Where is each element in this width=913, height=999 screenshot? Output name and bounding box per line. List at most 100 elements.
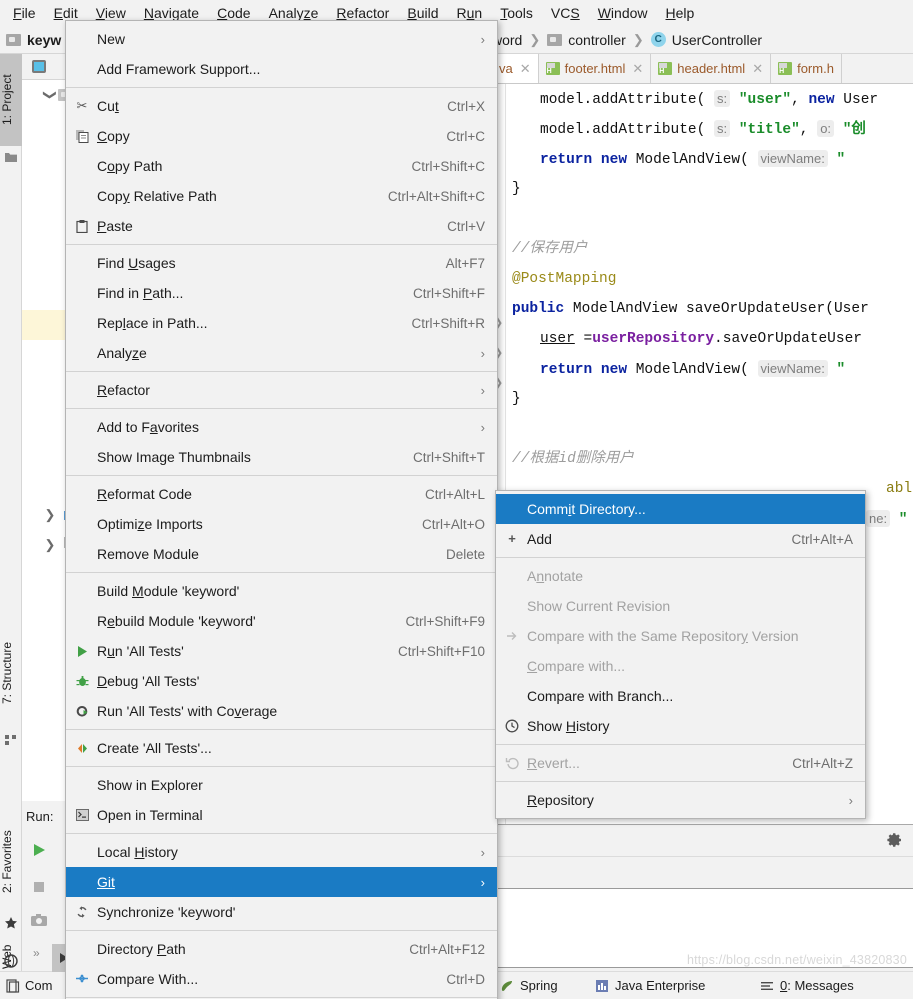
menu-item-paste[interactable]: Paste Ctrl+V bbox=[66, 211, 497, 241]
menu-item-file[interactable]: File bbox=[4, 2, 45, 24]
menu-item-vcs[interactable]: VCS bbox=[542, 2, 589, 24]
menu-item-copy-path[interactable]: Copy Path Ctrl+Shift+C bbox=[66, 151, 497, 181]
run-button[interactable] bbox=[30, 841, 48, 859]
breadcrumb-class[interactable]: UserController bbox=[672, 32, 762, 48]
chevron-right-icon[interactable]: ❯ bbox=[42, 537, 58, 553]
menu-item-build-module[interactable]: Build Module 'keyword' bbox=[66, 576, 497, 606]
javaee-icon bbox=[596, 979, 608, 992]
menu-item-directory-path[interactable]: Directory Path Ctrl+Alt+F12 bbox=[66, 934, 497, 964]
breadcrumb-project-label: keyw bbox=[27, 31, 62, 48]
menu-item-help[interactable]: Help bbox=[657, 2, 704, 24]
menu-item-create-all-tests[interactable]: Create 'All Tests'... bbox=[66, 733, 497, 763]
menu-separator bbox=[496, 744, 865, 745]
compare-icon bbox=[504, 628, 520, 644]
menu-item-git-add[interactable]: + Add Ctrl+Alt+A bbox=[496, 524, 865, 554]
sync-icon bbox=[74, 904, 90, 920]
editor-tab-form-html[interactable]: form.h bbox=[771, 54, 842, 83]
menu-item-run-all-tests[interactable]: Run 'All Tests' Ctrl+Shift+F10 bbox=[66, 636, 497, 666]
menu-item-show-in-explorer[interactable]: Show in Explorer bbox=[66, 770, 497, 800]
class-icon: C bbox=[650, 32, 666, 47]
menu-item-rebuild-module[interactable]: Rebuild Module 'keyword' Ctrl+Shift+F9 bbox=[66, 606, 497, 636]
watermark: https://blog.csdn.net/weixin_43820830 bbox=[686, 953, 907, 967]
menu-item-git[interactable]: Git › bbox=[66, 867, 497, 897]
menu-item-compare-with[interactable]: Compare With... Ctrl+D bbox=[66, 964, 497, 994]
code-line: @PostMapping bbox=[512, 271, 617, 287]
menu-accelerator: Ctrl+X bbox=[447, 98, 485, 114]
menu-item-replace-in-path[interactable]: Replace in Path... Ctrl+Shift+R bbox=[66, 308, 497, 338]
menu-item-add-framework-support[interactable]: Add Framework Support... bbox=[66, 54, 497, 84]
close-icon[interactable]: ✕ bbox=[632, 61, 643, 77]
menu-item-compare-with-branch[interactable]: Compare with Branch... bbox=[496, 681, 865, 711]
menu-item-window[interactable]: Window bbox=[589, 2, 657, 24]
project-view-icon bbox=[32, 60, 46, 73]
menu-item-find-in-path[interactable]: Find in Path... Ctrl+Shift+F bbox=[66, 278, 497, 308]
editor-tab-strip: va✕ footer.html✕ header.html✕ form.h bbox=[492, 54, 913, 84]
editor-tab-header-html[interactable]: header.html✕ bbox=[651, 54, 772, 83]
code-line: //保存用户 bbox=[512, 241, 588, 257]
status-item-spring[interactable]: Spring bbox=[500, 978, 558, 993]
stop-button[interactable] bbox=[30, 878, 48, 896]
terminal-icon bbox=[74, 807, 90, 823]
menu-item-add-to-favorites[interactable]: Add to Favorites › bbox=[66, 412, 497, 442]
chevron-right-icon: › bbox=[480, 874, 485, 890]
chevron-right-icon: › bbox=[480, 31, 485, 47]
menu-item-tools[interactable]: Tools bbox=[491, 2, 542, 24]
menu-item-cut[interactable]: ✂ Cut Ctrl+X bbox=[66, 91, 497, 121]
star-icon bbox=[4, 916, 18, 930]
menu-separator bbox=[66, 475, 497, 476]
status-item-messages[interactable]: 0: Messages bbox=[760, 978, 854, 993]
menu-item-optimize-imports[interactable]: Optimize Imports Ctrl+Alt+O bbox=[66, 509, 497, 539]
menu-item-new[interactable]: New › bbox=[66, 24, 497, 54]
menu-item-local-history[interactable]: Local History › bbox=[66, 837, 497, 867]
menu-accelerator: Ctrl+Shift+T bbox=[412, 449, 485, 465]
scissors-icon: ✂ bbox=[76, 98, 88, 113]
breadcrumb-project[interactable]: keyw bbox=[6, 32, 61, 48]
camera-icon[interactable] bbox=[30, 911, 48, 929]
sidebar-item-favorites[interactable]: 2: Favorites bbox=[0, 809, 22, 915]
menu-item-synchronize[interactable]: Synchronize 'keyword' bbox=[66, 897, 497, 927]
menu-item-analyze[interactable]: Analyze › bbox=[66, 338, 497, 368]
menu-item-show-image-thumbnails[interactable]: Show Image Thumbnails Ctrl+Shift+T bbox=[66, 442, 497, 472]
sidebar-item-project[interactable]: 1: Project bbox=[0, 54, 22, 146]
menu-item-copy-relative-path[interactable]: Copy Relative Path Ctrl+Alt+Shift+C bbox=[66, 181, 497, 211]
project-folder-icon bbox=[4, 150, 18, 164]
menu-item-reformat-code[interactable]: Reformat Code Ctrl+Alt+L bbox=[66, 479, 497, 509]
close-icon[interactable]: ✕ bbox=[520, 61, 531, 77]
chevron-down-icon[interactable]: ❯ bbox=[42, 87, 58, 103]
menu-item-annotate: Annotate bbox=[527, 568, 584, 584]
chevron-right-icon[interactable]: ❯ bbox=[42, 507, 58, 523]
structure-icon bbox=[4, 732, 18, 746]
menu-item-remove-module[interactable]: Remove Module Delete bbox=[66, 539, 497, 569]
menu-item-repository[interactable]: Repository › bbox=[496, 785, 865, 815]
status-item-label: 0: Messages bbox=[780, 978, 854, 993]
editor-tab-java[interactable]: va ✕ bbox=[492, 54, 539, 83]
menu-item-show-history[interactable]: Show History bbox=[496, 711, 865, 741]
menu-item-commit-directory[interactable]: Commit Directory... bbox=[496, 494, 865, 524]
menu-item-find-usages[interactable]: Find Usages Alt+F7 bbox=[66, 248, 497, 278]
close-icon[interactable]: ✕ bbox=[752, 61, 763, 77]
menu-accelerator: Ctrl+D bbox=[446, 971, 485, 987]
more-options-icon[interactable]: » bbox=[33, 946, 40, 960]
menu-item-refactor[interactable]: Refactor › bbox=[66, 375, 497, 405]
breadcrumb-controller[interactable]: controller bbox=[568, 32, 626, 48]
menu-item-copy[interactable]: Copy Ctrl+C bbox=[66, 121, 497, 151]
run-panel-label: Run: bbox=[26, 809, 54, 824]
menu-item-run-all-tests-with-coverage[interactable]: Run 'All Tests' with Coverage bbox=[66, 696, 497, 726]
editor-tab-footer-html[interactable]: footer.html✕ bbox=[538, 54, 652, 83]
run-icon bbox=[74, 643, 90, 659]
code-line: model.addAttribute( s: "title", o: "创 bbox=[540, 120, 866, 138]
run-toolbar bbox=[492, 825, 913, 857]
code-line: return new ModelAndView( viewName: " bbox=[540, 360, 846, 378]
status-item-label: Java Enterprise bbox=[615, 978, 706, 993]
code-line: return new ModelAndView( viewName: " bbox=[540, 150, 846, 168]
menu-item-debug-all-tests[interactable]: Debug 'All Tests' bbox=[66, 666, 497, 696]
git-submenu: Commit Directory... + Add Ctrl+Alt+A Ann… bbox=[495, 490, 866, 819]
status-item-java-enterprise[interactable]: Java Enterprise bbox=[595, 978, 705, 993]
menu-item-show-current-revision: Show Current Revision bbox=[527, 598, 671, 614]
breadcrumb-separator-icon: ❯ bbox=[529, 31, 541, 47]
status-item-commit[interactable]: Com bbox=[6, 978, 60, 993]
sidebar-item-structure[interactable]: 7: Structure bbox=[0, 619, 22, 727]
menu-item-open-in-terminal[interactable]: Open in Terminal bbox=[66, 800, 497, 830]
gear-icon[interactable] bbox=[887, 832, 903, 848]
